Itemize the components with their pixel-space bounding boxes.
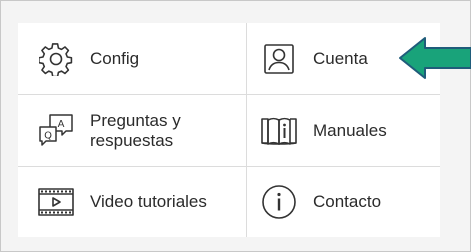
menu-item-manuales[interactable]: Manuales	[247, 95, 440, 167]
menu-item-preguntas[interactable]: A Q Preguntas y respuestas	[18, 95, 247, 167]
menu-item-label: Video tutoriales	[90, 192, 207, 211]
menu-grid: Config Cuenta A Q Preguntas y respuestas…	[18, 23, 440, 237]
menu-item-video-tutoriales[interactable]: Video tutoriales	[18, 167, 247, 237]
gear-icon	[36, 39, 76, 79]
qa-chat-icon: A Q	[36, 111, 76, 151]
user-account-icon	[259, 39, 299, 79]
menu-item-contacto[interactable]: Contacto	[247, 167, 440, 237]
pointer-arrow	[399, 37, 471, 79]
menu-item-label: Config	[90, 48, 140, 68]
menu-item-label: Manuales	[313, 120, 387, 140]
menu-item-label: Contacto	[313, 192, 382, 211]
svg-text:A: A	[58, 119, 65, 130]
arrow-shape	[399, 37, 471, 79]
info-circle-icon	[259, 182, 299, 222]
menu-item-config[interactable]: Config	[18, 23, 247, 95]
svg-text:Q: Q	[44, 130, 52, 141]
video-play-icon	[36, 182, 76, 222]
menu-item-label: Preguntas y respuestas	[90, 110, 181, 150]
book-info-icon	[259, 111, 299, 151]
menu-panel: Config Cuenta A Q Preguntas y respuestas…	[0, 0, 471, 252]
menu-item-label: Cuenta	[313, 48, 368, 68]
